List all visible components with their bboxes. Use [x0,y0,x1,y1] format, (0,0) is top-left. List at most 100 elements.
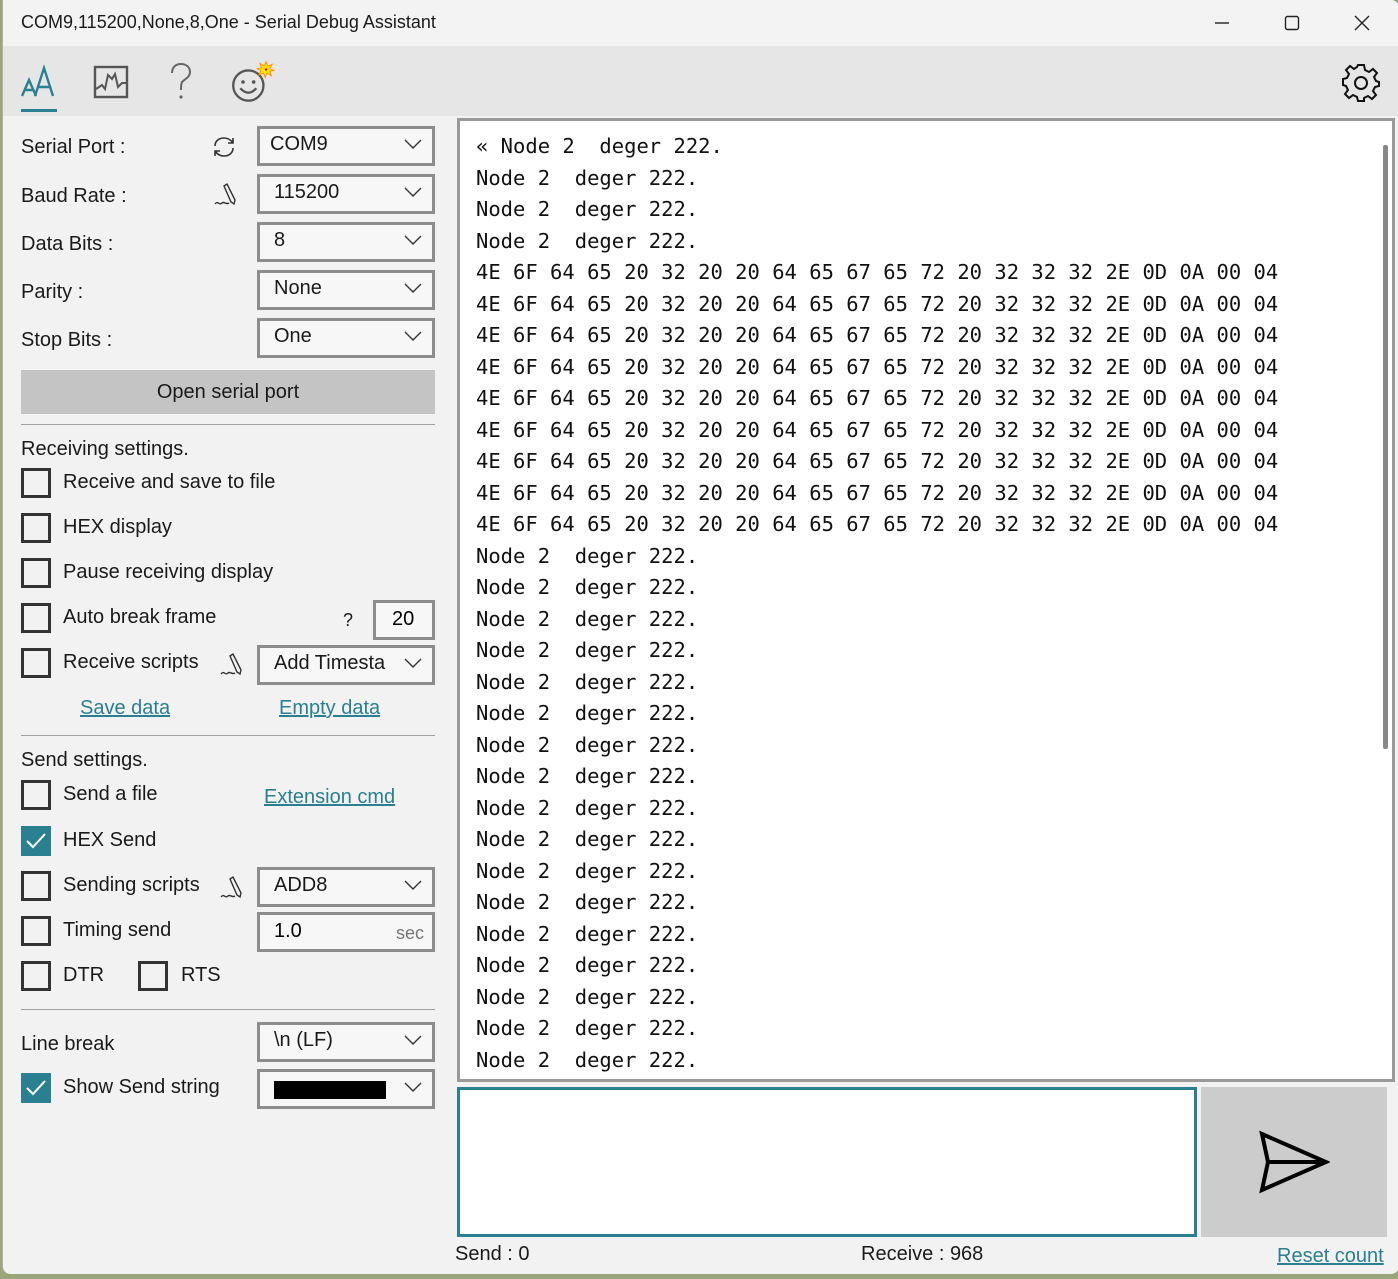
send-count-label: Send : 0 [455,1243,530,1266]
receive-line: Node 2 deger 222. [476,543,699,568]
chevron-down-icon [404,187,422,197]
receive-line: Node 2 deger 222. [476,953,699,977]
receive-line: Node 2 deger 222. [476,858,699,883]
close-button[interactable] [1329,0,1395,46]
receive-line: Node 2 deger 222. [476,1047,699,1072]
send-count-value: 0 [518,1243,530,1265]
send-file-label: Send a file [63,783,158,805]
rts-label: RTS [181,964,221,986]
send-script-select[interactable]: ADD8 [257,867,435,907]
divider [21,1009,435,1010]
receive-line: 4E 6F 64 65 20 32 20 20 64 65 67 65 72 2… [476,512,1279,536]
serial-port-select[interactable]: COM9 [257,126,435,166]
minimize-button[interactable] [1189,0,1255,46]
pause-display-checkbox[interactable] [21,558,51,588]
maximize-icon [1284,15,1300,31]
receive-count-label: Receive : 968 [861,1243,983,1266]
receive-line: 4E 6F 64 65 20 32 20 20 64 65 67 65 72 2… [476,323,1279,347]
serial-port-value: COM9 [270,133,328,155]
receive-line: 4E 6F 64 65 20 32 20 20 64 65 67 65 72 2… [476,386,1279,410]
pen-icon [220,875,242,899]
receive-line: Node 2 deger 222. [476,1016,699,1040]
open-serial-port-button[interactable]: Open serial port [21,370,435,414]
receive-script-select[interactable]: Add Timesta [257,645,435,685]
data-bits-select[interactable]: 8 [257,222,435,262]
timing-interval-input[interactable]: 1.0 sec [257,912,435,952]
timing-interval-value: 1.0 [274,920,302,942]
send-input[interactable] [457,1087,1197,1237]
receive-scrollbar[interactable] [1383,145,1388,749]
send-string-color-select[interactable] [257,1069,435,1109]
pen-icon [214,182,236,206]
maximize-button[interactable] [1259,0,1325,46]
auto-break-help-icon[interactable]: ? [343,610,353,631]
show-send-string-label: Show Send string [63,1076,220,1098]
title-bar: COM9,115200,None,8,One - Serial Debug As… [3,0,1398,46]
receive-line: 4E 6F 64 65 20 32 20 20 64 65 67 65 72 2… [476,260,1279,284]
edit-receive-script-button[interactable] [219,652,245,678]
receive-save-file-checkbox[interactable] [21,468,51,498]
receive-line: Node 2 deger 222. [476,921,699,946]
receive-count-value: 968 [949,1243,984,1265]
receive-text-area[interactable]: « Node 2 deger 222. Node 2 deger 222. Node… [457,118,1395,1082]
tab-about[interactable] [227,58,275,106]
receive-line: Node 2 deger 222. [476,795,699,820]
timing-send-checkbox[interactable] [21,916,51,946]
receive-line: Node 2 deger 222. [476,669,699,694]
smiley-icon [232,60,275,102]
receive-line: Node 2 deger 222. [476,197,699,221]
save-data-link[interactable]: Save data [80,697,170,720]
receive-scripts-checkbox[interactable] [21,648,51,678]
send-file-checkbox[interactable] [21,780,51,810]
hex-send-checkbox[interactable] [21,826,51,856]
baud-rate-label: Baud Rate : [21,185,127,207]
app-window: COM9,115200,None,8,One - Serial Debug As… [2,0,1398,1274]
reset-count-link[interactable]: Reset count [1277,1245,1384,1268]
auto-break-checkbox[interactable] [21,603,51,633]
receive-line: Node 2 deger 222. [476,827,699,851]
stop-bits-value: One [274,325,312,347]
send-button[interactable] [1201,1087,1387,1237]
waveform-chart-icon [93,65,129,99]
receive-line: Node 2 deger 222. [476,606,699,631]
line-break-label: Line break [21,1033,115,1055]
send-settings-heading: Send settings. [21,749,148,771]
line-break-value: \n (LF) [274,1029,333,1051]
tab-text-mode[interactable] [15,58,63,112]
hex-display-label: HEX display [63,516,172,538]
sending-scripts-checkbox[interactable] [21,871,51,901]
settings-button[interactable] [1337,58,1385,106]
empty-data-link[interactable]: Empty data [279,697,380,720]
receive-save-file-label: Receive and save to file [63,471,276,493]
timing-unit-label: sec [395,923,424,943]
minimize-icon [1215,22,1229,24]
chevron-down-icon [404,1082,422,1092]
stop-bits-select[interactable]: One [257,318,435,358]
close-icon [1354,15,1370,31]
tab-chart-mode[interactable] [87,58,135,106]
extension-cmd-link[interactable]: Extension cmd [264,786,395,809]
tab-help[interactable] [157,58,205,106]
receive-line: Node 2 deger 222. [476,165,699,190]
receive-line: 4E 6F 64 65 20 32 20 20 64 65 67 65 72 2… [476,449,1279,473]
dtr-checkbox[interactable] [21,961,51,991]
baud-rate-select[interactable]: 115200 [257,174,435,214]
auto-break-timeout-input[interactable]: 20 [373,600,435,640]
refresh-icon [214,137,234,157]
question-icon [171,62,192,99]
line-break-select[interactable]: \n (LF) [257,1022,435,1062]
edit-baud-button[interactable] [213,182,239,208]
receive-line: « Node 2 deger 222. [476,134,723,158]
sending-scripts-label: Sending scripts [63,874,200,896]
parity-select[interactable]: None [257,270,435,310]
show-send-string-checkbox[interactable] [21,1073,51,1103]
receive-line: Node 2 deger 222. [476,575,699,599]
send-script-value: ADD8 [274,874,328,896]
refresh-ports-button[interactable] [211,134,237,160]
data-bits-label: Data Bits : [21,233,114,255]
chevron-down-icon [404,283,422,293]
rts-checkbox[interactable] [138,961,168,991]
hex-display-checkbox[interactable] [21,513,51,543]
data-bits-value: 8 [274,229,286,251]
edit-send-script-button[interactable] [219,875,245,901]
